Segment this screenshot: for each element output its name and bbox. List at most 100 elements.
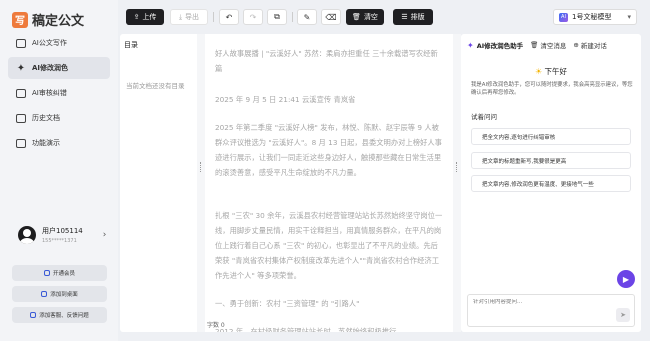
panel-splitter[interactable] — [197, 34, 205, 332]
logo-mark: 写 — [12, 11, 28, 28]
directory-title: 目录 — [124, 41, 138, 49]
ai-panel-header: ✦ AI修改润色助手 🗑 清空消息 ⊕ 新建对话 — [467, 38, 637, 52]
play-icon: ▶ — [622, 274, 630, 284]
book-icon — [16, 88, 26, 98]
ai-panel-title: ✦ AI修改润色助手 — [467, 40, 523, 51]
clear-button[interactable]: 🗑 清空 — [346, 9, 384, 25]
sparkle-icon: ✦ — [16, 62, 26, 74]
chevron-down-icon: ▾ — [627, 13, 631, 21]
sidebar-item-demo[interactable]: 功能演示 — [8, 132, 110, 154]
clear-messages-label: 清空消息 — [540, 42, 567, 50]
add-to-desktop-label: 添加到桌面 — [50, 292, 78, 298]
model-select[interactable]: AI 1号文秘模型 ▾ — [553, 9, 637, 25]
upload-label: 上传 — [142, 13, 157, 21]
eraser-icon: ⌫ — [325, 12, 337, 22]
chevron-right-icon: › — [102, 230, 107, 240]
download-icon: ⤓ — [178, 12, 183, 21]
user-phone: 155*****1371 — [42, 238, 77, 244]
sidebar-item-ai-review[interactable]: AI审核纠错 — [8, 82, 110, 104]
directory-empty-text: 当前文档还没有目录 — [126, 82, 185, 90]
send-button[interactable]: ➤ — [616, 308, 630, 322]
assistant-intro: 我是AI修改润色助手，您可以随时提要求，我会高亮显示建议，等您确认后再帮您修改。 — [471, 82, 633, 96]
panel-splitter[interactable] — [453, 34, 461, 332]
sidebar-item-label: 功能演示 — [32, 139, 60, 147]
eraser-button[interactable]: ⌫ — [321, 9, 341, 25]
chat-input-box[interactable]: ➤ — [467, 294, 635, 327]
new-chat-label: 新建对话 — [580, 42, 607, 50]
sparkle-icon: ✦ — [467, 40, 474, 50]
sidebar-nav: AI公文写作 ✦ AI修改润色 AI审核纠错 历史文档 功能演示 — [8, 32, 110, 157]
suggestion-item[interactable]: 把全文内容,逐句进行纠错审核 — [471, 128, 631, 145]
sidebar-item-label: AI公文写作 — [32, 39, 67, 47]
doc-meta: 2025 年 9 月 5 日 21:41 云溪宣传 青岚省 — [215, 95, 356, 104]
monitor-icon — [16, 138, 26, 148]
try-asking-label: 试着问问 — [471, 113, 497, 121]
trash-icon: 🗑 — [352, 13, 361, 21]
word-count: 字数 0 — [205, 320, 227, 329]
sidebar-item-label: AI修改润色 — [32, 64, 69, 72]
doc-paragraph: 扎根 "三农" 30 余年，云溪县农村经营管理站站长苏然始终坚守岗位一线，用脚步… — [215, 211, 443, 280]
drag-handle-icon[interactable] — [456, 162, 458, 172]
export-button[interactable]: ⤓ 导出 — [170, 9, 208, 25]
directory-panel: 目录 当前文档还没有目录 — [120, 34, 197, 332]
copy-button[interactable]: ⧉ — [267, 9, 287, 25]
toolbar-divider — [292, 12, 293, 22]
suggestion-item[interactable]: 把文章内容,修改润色更有温度、更接地气一些 — [471, 175, 631, 192]
crown-icon — [43, 270, 50, 276]
model-label: 1号文秘模型 — [572, 13, 612, 21]
list-icon: ☰ — [401, 13, 408, 21]
drag-handle-icon[interactable] — [200, 162, 202, 172]
archive-icon — [16, 113, 26, 123]
sidebar: 写 稿定公文 AI公文写作 ✦ AI修改润色 AI审核纠错 历史文档 功能演示 … — [0, 0, 118, 341]
sun-icon: ☀ — [534, 67, 543, 76]
trash-icon: 🗑 — [530, 41, 539, 49]
assistant-fab-button[interactable]: ▶ — [617, 270, 635, 288]
greeting: ☀ 下午好 — [461, 66, 641, 77]
doc-paragraph: 2025 年第二季度 "云溪好人榜" 发布，林悦、陈默、赵宇辰等 9 人被群众评… — [215, 123, 442, 177]
redo-button[interactable]: ↷ — [243, 9, 263, 25]
user-info: 用户105114 155*****1371 — [42, 226, 83, 244]
undo-icon: ↶ — [225, 12, 233, 22]
greeting-text: 下午好 — [544, 67, 568, 76]
app-logo[interactable]: 写 稿定公文 — [12, 10, 84, 29]
doc-title: 好人故事展播 | "云溪好人" 苏然：柔肩亦担重任 三十余载谱写农经新篇 — [215, 49, 438, 73]
membership-button[interactable]: 开通会员 — [12, 265, 107, 281]
chat-input[interactable] — [473, 299, 613, 305]
support-feedback-button[interactable]: 添加客服、反馈问题 — [12, 307, 107, 323]
edit-icon — [16, 38, 26, 48]
toolbar-divider — [213, 12, 214, 22]
layout-label: 排版 — [410, 13, 425, 21]
document-editor[interactable]: 好人故事展播 | "云溪好人" 苏然：柔肩亦担重任 三十余载谱写农经新篇 202… — [205, 34, 453, 332]
membership-label: 开通会员 — [52, 271, 75, 277]
suggestion-item[interactable]: 把文章的标题重新写,我要很是更高 — [471, 152, 631, 169]
doc-paragraph: 2012 年，在村级财务管理站站长时，苏然始终积极推行 — [215, 327, 397, 332]
export-label: 导出 — [185, 13, 200, 21]
support-feedback-label: 添加客服、反馈问题 — [39, 313, 89, 319]
copy-icon: ⧉ — [274, 12, 280, 21]
redo-icon: ↷ — [249, 12, 257, 22]
desktop-icon — [41, 291, 48, 297]
format-brush-button[interactable]: ✎ — [297, 9, 317, 25]
user-profile[interactable]: 用户105114 155*****1371 › — [18, 226, 106, 244]
ai-assistant-panel: ✦ AI修改润色助手 🗑 清空消息 ⊕ 新建对话 ☀ 下午好 我是AI修改润色助… — [461, 34, 641, 332]
new-chat-button[interactable]: ⊕ 新建对话 — [573, 40, 606, 50]
add-to-desktop-button[interactable]: 添加到桌面 — [12, 286, 107, 302]
clear-messages-button[interactable]: 🗑 清空消息 — [530, 40, 566, 50]
layout-button[interactable]: ☰ 排版 — [393, 9, 433, 25]
brush-icon: ✎ — [303, 12, 311, 22]
toolbar: ⇪ 上传 ⤓ 导出 ↶ ↷ ⧉ ✎ ⌫ 🗑 清空 ☰ 排版 AI 1号文秘模型 … — [118, 0, 650, 34]
chat-icon: ⊕ — [573, 41, 579, 49]
user-name: 用户105114 — [42, 227, 83, 235]
sidebar-item-ai-polish[interactable]: ✦ AI修改润色 — [8, 57, 110, 79]
upload-button[interactable]: ⇪ 上传 — [126, 9, 164, 25]
send-icon: ➤ — [620, 311, 626, 319]
upload-icon: ⇪ — [133, 13, 140, 21]
app-name: 稿定公文 — [32, 14, 85, 29]
sidebar-item-history[interactable]: 历史文档 — [8, 107, 110, 129]
sidebar-item-label: 历史文档 — [32, 114, 60, 122]
sidebar-item-label: AI审核纠错 — [32, 89, 67, 97]
sidebar-item-ai-writing[interactable]: AI公文写作 — [8, 32, 110, 54]
undo-button[interactable]: ↶ — [219, 9, 239, 25]
clear-label: 清空 — [363, 13, 378, 21]
model-icon: AI — [559, 12, 568, 22]
